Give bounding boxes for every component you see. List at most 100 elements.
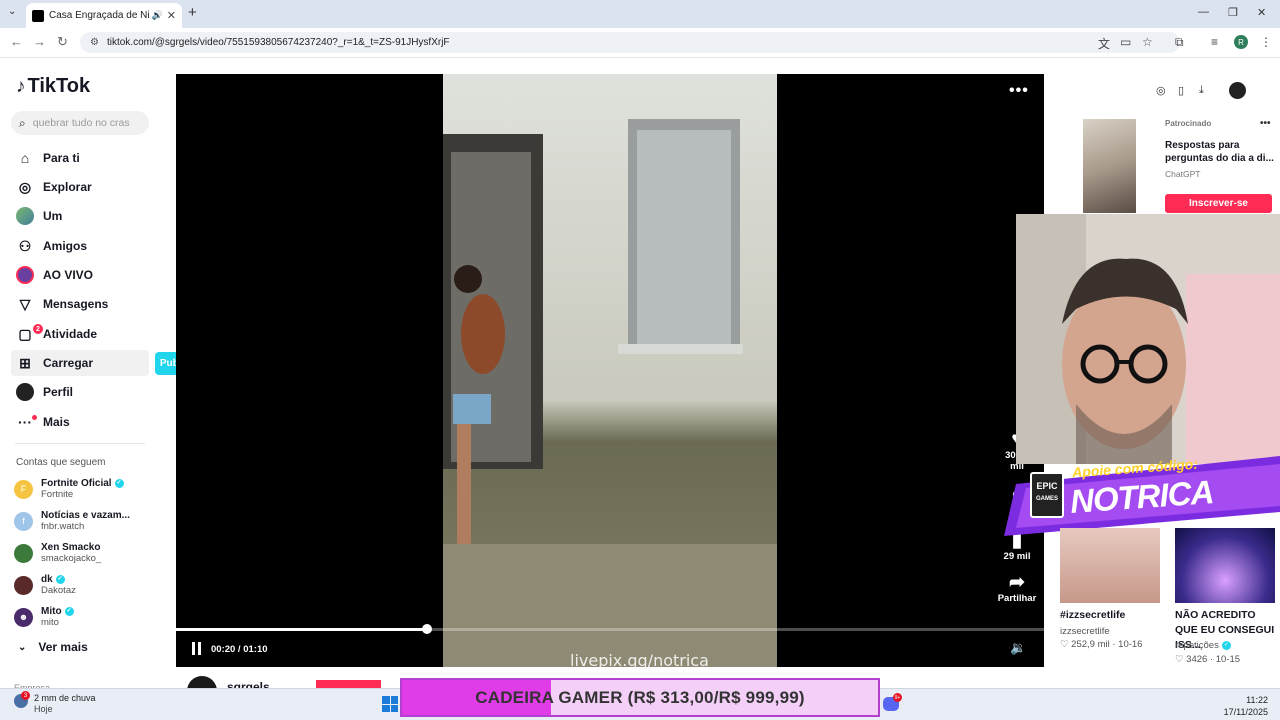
ad-title[interactable]: Respostas para perguntas do dia a di... (1165, 139, 1275, 165)
nav-perfil[interactable]: Perfil (11, 379, 149, 405)
nav-amigos[interactable]: ⚇ Amigos (11, 233, 149, 259)
more-dot-badge (32, 415, 37, 420)
following-handle: Dakotaz (41, 585, 76, 596)
donation-goal-text: CADEIRA GAMER (R$ 313,00/R$ 999,99) (475, 687, 805, 707)
speaker-icon[interactable]: 🔊 (152, 10, 163, 21)
browser-menu-icon[interactable]: ⋮ (1260, 35, 1272, 49)
see-more-button[interactable]: ⌄ Ver mais (18, 640, 88, 654)
progress-handle[interactable] (421, 624, 432, 634)
browser-tab[interactable]: Casa Engraçada de Nina: O 🔊 ✕ (26, 3, 182, 28)
recommended-likes: 3426 (1186, 654, 1208, 665)
ad-brand: ChatGPT (1165, 169, 1201, 179)
more-icon: ··· (16, 413, 37, 431)
ad-thumbnail[interactable] (1083, 119, 1136, 213)
nav-ao-vivo[interactable]: AO VIVO (11, 262, 149, 288)
extensions-icon[interactable]: ⧉ (1175, 35, 1184, 50)
recommended-meta: ♡ 252,9 mil · 10-16 (1060, 639, 1143, 650)
weather-title[interactable]: 2 mm de chuva (34, 693, 96, 703)
new-tab-button[interactable]: + (188, 4, 197, 21)
user-avatar[interactable] (1229, 82, 1246, 99)
windows-start-icon[interactable] (382, 696, 398, 712)
sidebar-divider (15, 443, 145, 444)
video-scene (443, 74, 777, 667)
webcam-scene (1016, 214, 1280, 464)
nav-explorar[interactable]: ◎ Explorar (11, 174, 149, 200)
recommended-user[interactable]: izzsecretlife (1060, 626, 1110, 637)
sponsor-banner: EPIC GAMES Apoie com código: NOTRICA (996, 456, 1280, 536)
reload-icon[interactable]: ↻ (57, 34, 68, 50)
volume-icon[interactable]: 🔉 (1010, 640, 1026, 656)
browser-profile-avatar[interactable]: R (1234, 35, 1248, 49)
video-frame[interactable] (443, 74, 777, 667)
nav-label: Explorar (43, 180, 92, 194)
close-window-button[interactable]: ✕ (1257, 6, 1266, 19)
device-icon[interactable]: ▯ (1178, 84, 1184, 97)
epic-logo-line1: EPIC (1036, 481, 1058, 491)
nav-label: Carregar (43, 356, 94, 370)
tiktok-logo[interactable]: ♪ TikTok (16, 75, 90, 98)
following-item[interactable]: dk ✓ Dakotaz (14, 570, 149, 600)
bookmark-star-icon[interactable]: ☆ (1142, 35, 1153, 49)
activity-badge: 2 (33, 324, 43, 334)
recommended-thumb[interactable] (1060, 528, 1160, 603)
clock-time: 11:22 (1246, 695, 1268, 705)
following-item[interactable]: F Fortnite Oficial ✓ Fortnite (14, 474, 149, 504)
cast-icon[interactable]: ▭ (1120, 35, 1131, 49)
verified-icon: ✓ (55, 574, 65, 584)
nav-para-ti[interactable]: ⌂ Para ti (11, 145, 149, 171)
fnbr-avatar: f (14, 511, 33, 531)
more-options-icon[interactable]: ••• (1009, 82, 1029, 100)
system-clock[interactable]: 11:22 17/11/2025 (1218, 694, 1268, 718)
download-icon[interactable]: ⤓ (1199, 84, 1204, 97)
share-button[interactable]: ➦ Partilhar (995, 573, 1039, 605)
profile-icon (16, 383, 34, 401)
url-input[interactable]: ⚙ tiktok.com/@sgrgels/video/755159380567… (80, 32, 1180, 53)
forward-icon[interactable]: → (33, 34, 46, 49)
site-info-icon[interactable]: ⚙ (90, 37, 99, 48)
tab-search-icon[interactable]: ⌄ (8, 6, 16, 17)
home-icon: ⌂ (20, 150, 30, 166)
coins-icon[interactable]: ◎ (1156, 84, 1166, 97)
recommended-user[interactable]: repetições ✓ (1175, 640, 1231, 651)
close-tab-icon[interactable]: ✕ (167, 9, 176, 22)
ad-more-icon[interactable]: ••• (1260, 118, 1271, 129)
recommended-thumb[interactable] (1175, 528, 1275, 603)
nav-label: Mensagens (43, 297, 109, 311)
following-handle: fnbr.watch (41, 521, 85, 532)
share-label: Partilhar (997, 593, 1037, 604)
weather-subtitle: Hoje (34, 704, 53, 714)
nav-carregar[interactable]: ⊞ Carregar (11, 350, 149, 376)
inbox-icon: ▢ 2 (16, 324, 43, 343)
nav-label: Perfil (43, 385, 74, 399)
heart-outline-icon: ♡ (1175, 654, 1187, 665)
nav-um[interactable]: Um (11, 203, 149, 229)
search-input[interactable]: ⌕ quebrar tudo no cras (11, 111, 149, 135)
nav-mais[interactable]: ··· Mais (11, 409, 149, 435)
pause-icon[interactable] (192, 642, 201, 655)
nav-mensagens[interactable]: ▽ Mensagens (11, 291, 149, 317)
send-icon: ▽ (19, 295, 31, 312)
epic-games-logo: EPIC GAMES (1030, 472, 1064, 518)
tiktok-favicon-icon (32, 9, 44, 22)
recommended-title[interactable]: #izzsecretlife (1060, 608, 1170, 623)
nav-label: Atividade (43, 327, 98, 341)
clock-date: 17/11/2025 (1223, 707, 1268, 717)
nav-atividade[interactable]: ▢ 2 Atividade (11, 321, 149, 347)
following-item[interactable]: ☻ Mito ✓ mito (14, 602, 149, 632)
nav-label: Um (43, 209, 63, 223)
mito-avatar: ☻ (14, 607, 33, 627)
dk-avatar (14, 575, 33, 595)
restore-button[interactable]: ❐ (1228, 6, 1238, 19)
following-item[interactable]: f Notícias e vazam... fnbr.watch (14, 506, 149, 536)
media-control-icon[interactable]: ≡ (1211, 35, 1218, 49)
compass-icon: ◎ (18, 178, 32, 195)
fortnite-avatar: F (14, 479, 33, 499)
ad-cta-button[interactable]: Inscrever-se (1165, 194, 1272, 213)
minimize-button[interactable]: — (1198, 6, 1209, 18)
verified-icon: ✓ (114, 478, 124, 488)
back-icon[interactable]: ← (10, 34, 23, 49)
discord-badge: 9+ (893, 693, 902, 702)
nav-label: Mais (43, 415, 70, 429)
translate-icon[interactable]: 文 (1098, 35, 1110, 52)
following-item[interactable]: Xen Smacko smackojacko_ (14, 538, 149, 568)
